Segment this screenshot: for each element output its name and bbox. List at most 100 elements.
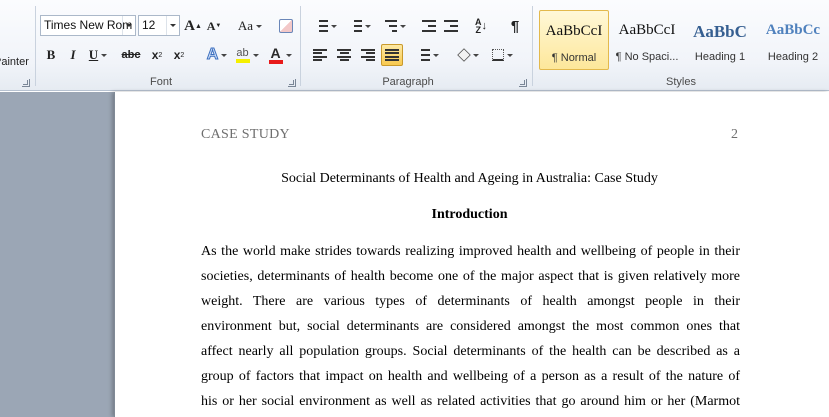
font-group: Times New Rom 12 A ▲ A ▼ Aa B I U abc x … (36, 0, 298, 91)
sort-button[interactable]: A Z ↓ (471, 15, 491, 37)
body-line: societies, determinants of health become… (201, 269, 740, 284)
body-line: affect nearly all population groups. Soc… (201, 344, 740, 359)
borders-button[interactable] (487, 44, 517, 66)
document-page[interactable]: CASE STUDY 2 Social Determinants of Heal… (114, 92, 829, 417)
style-heading-1[interactable]: AaBbC Heading 1 (685, 10, 755, 70)
align-right-button[interactable] (357, 44, 379, 66)
font-color-swatch (268, 59, 283, 64)
decrease-indent-icon (422, 20, 436, 32)
font-name-combo[interactable]: Times New Rom (40, 15, 136, 36)
style-heading-2[interactable]: AaBbCc Heading 2 (758, 10, 828, 70)
numbering-icon (349, 20, 362, 32)
text-effects-button[interactable]: A (204, 44, 230, 66)
change-case-icon: Aa (237, 18, 254, 33)
align-center-button[interactable] (333, 44, 355, 66)
style-no-spacing[interactable]: AaBbCcI ¶ No Spaci... (612, 10, 682, 70)
body-line: his or her social environment as well as… (201, 394, 740, 409)
superscript-mark: 2 (180, 51, 185, 59)
increase-indent-icon (444, 20, 458, 32)
bullets-button[interactable] (311, 15, 341, 37)
bold-button[interactable]: B (42, 44, 60, 66)
style-sample: AaBbCcI (545, 23, 603, 39)
paragraph-dialog-launcher[interactable] (519, 79, 527, 87)
format-painter-button[interactable]: Painter (0, 51, 32, 73)
change-case-button[interactable]: Aa (236, 15, 264, 37)
style-sample: AaBbC (693, 22, 747, 41)
grow-font-button[interactable]: A ▲ (184, 15, 202, 37)
style-name: Heading 2 (767, 51, 819, 63)
align-left-button[interactable] (309, 44, 331, 66)
numbering-button[interactable] (345, 15, 375, 37)
line-spacing-button[interactable] (413, 44, 443, 66)
paragraph-group: A Z ↓ ¶ Paragraph (301, 0, 531, 91)
strikethrough-button[interactable]: abc (120, 44, 142, 66)
font-name-value: Times New Rom (44, 18, 133, 32)
line-spacing-icon (417, 49, 430, 61)
format-painter-label: Painter (0, 56, 29, 68)
clipboard-group: Painter (0, 0, 35, 91)
body-line: environment but, social determinants are… (201, 319, 740, 334)
font-dialog-launcher[interactable] (288, 79, 296, 87)
highlight-color-button[interactable]: ab (234, 44, 260, 66)
body-line: As the world make strides towards realiz… (201, 244, 740, 259)
font-size-dropdown-icon[interactable] (166, 16, 179, 35)
superscript-icon: x (173, 48, 181, 62)
style-name: Heading 1 (694, 51, 746, 63)
section-heading: Introduction (431, 207, 508, 222)
clear-formatting-button[interactable] (276, 15, 296, 37)
font-size-value: 12 (142, 18, 156, 32)
clipboard-dialog-launcher[interactable] (22, 79, 30, 87)
shading-bucket-icon (456, 48, 471, 62)
shrink-font-button[interactable]: A ▼ (206, 15, 222, 37)
subscript-mark: 2 (158, 51, 163, 59)
document-canvas: CASE STUDY 2 Social Determinants of Heal… (0, 92, 829, 417)
running-head: CASE STUDY (201, 127, 290, 142)
shrink-font-icon: A (206, 18, 216, 33)
subscript-button[interactable]: x2 (148, 44, 166, 66)
styles-group-label: Styles (666, 76, 696, 88)
superscript-button[interactable]: x2 (170, 44, 188, 66)
grow-font-icon: A (184, 17, 195, 34)
page-number: 2 (731, 127, 739, 142)
styles-group: AaBbCcI ¶ Normal AaBbCcI ¶ No Spaci... A… (533, 0, 829, 91)
subscript-icon: x (151, 48, 159, 62)
text-effects-icon: A (206, 46, 219, 64)
shading-button[interactable] (453, 44, 483, 66)
style-sample: AaBbCcI (618, 22, 676, 38)
shrink-arrow-icon: ▼ (215, 23, 222, 29)
body-line: weight. There are various types of deter… (201, 294, 740, 309)
multilevel-list-icon (383, 20, 397, 32)
align-right-icon (361, 49, 375, 61)
font-name-dropdown-icon[interactable] (122, 16, 135, 35)
justify-icon (385, 49, 399, 61)
justify-button[interactable] (381, 44, 403, 66)
style-sample: AaBbCc (765, 22, 821, 38)
pilcrow-icon: ¶ (510, 17, 520, 35)
ribbon: Painter Times New Rom 12 A▲ A▼ Aa B (0, 0, 829, 91)
bullets-icon (315, 20, 328, 32)
decrease-indent-button[interactable] (419, 15, 439, 37)
underline-button[interactable]: U (86, 44, 110, 66)
bold-icon: B (46, 47, 56, 62)
highlight-color-swatch (235, 58, 250, 63)
highlight-pen-icon: ab (235, 47, 250, 63)
font-color-button[interactable]: A (266, 44, 294, 66)
borders-icon (491, 49, 504, 61)
style-normal[interactable]: AaBbCcI ¶ Normal (539, 10, 609, 70)
body-line: group of factors that impact on health a… (201, 369, 740, 384)
show-formatting-marks-button[interactable]: ¶ (505, 15, 525, 37)
font-color-icon: A (268, 46, 283, 64)
italic-icon: I (70, 47, 76, 62)
underline-icon: U (88, 47, 99, 62)
multilevel-list-button[interactable] (379, 15, 409, 37)
align-left-icon (313, 49, 327, 61)
paragraph-group-label: Paragraph (382, 76, 434, 88)
strikethrough-icon: abc (121, 49, 141, 61)
style-name: ¶ Normal (551, 52, 597, 64)
grow-arrow-icon: ▲ (194, 22, 202, 30)
style-name: ¶ No Spaci... (615, 51, 679, 63)
increase-indent-button[interactable] (441, 15, 461, 37)
italic-button[interactable]: I (64, 44, 82, 66)
font-size-combo[interactable]: 12 (138, 15, 180, 36)
align-center-icon (337, 49, 351, 61)
